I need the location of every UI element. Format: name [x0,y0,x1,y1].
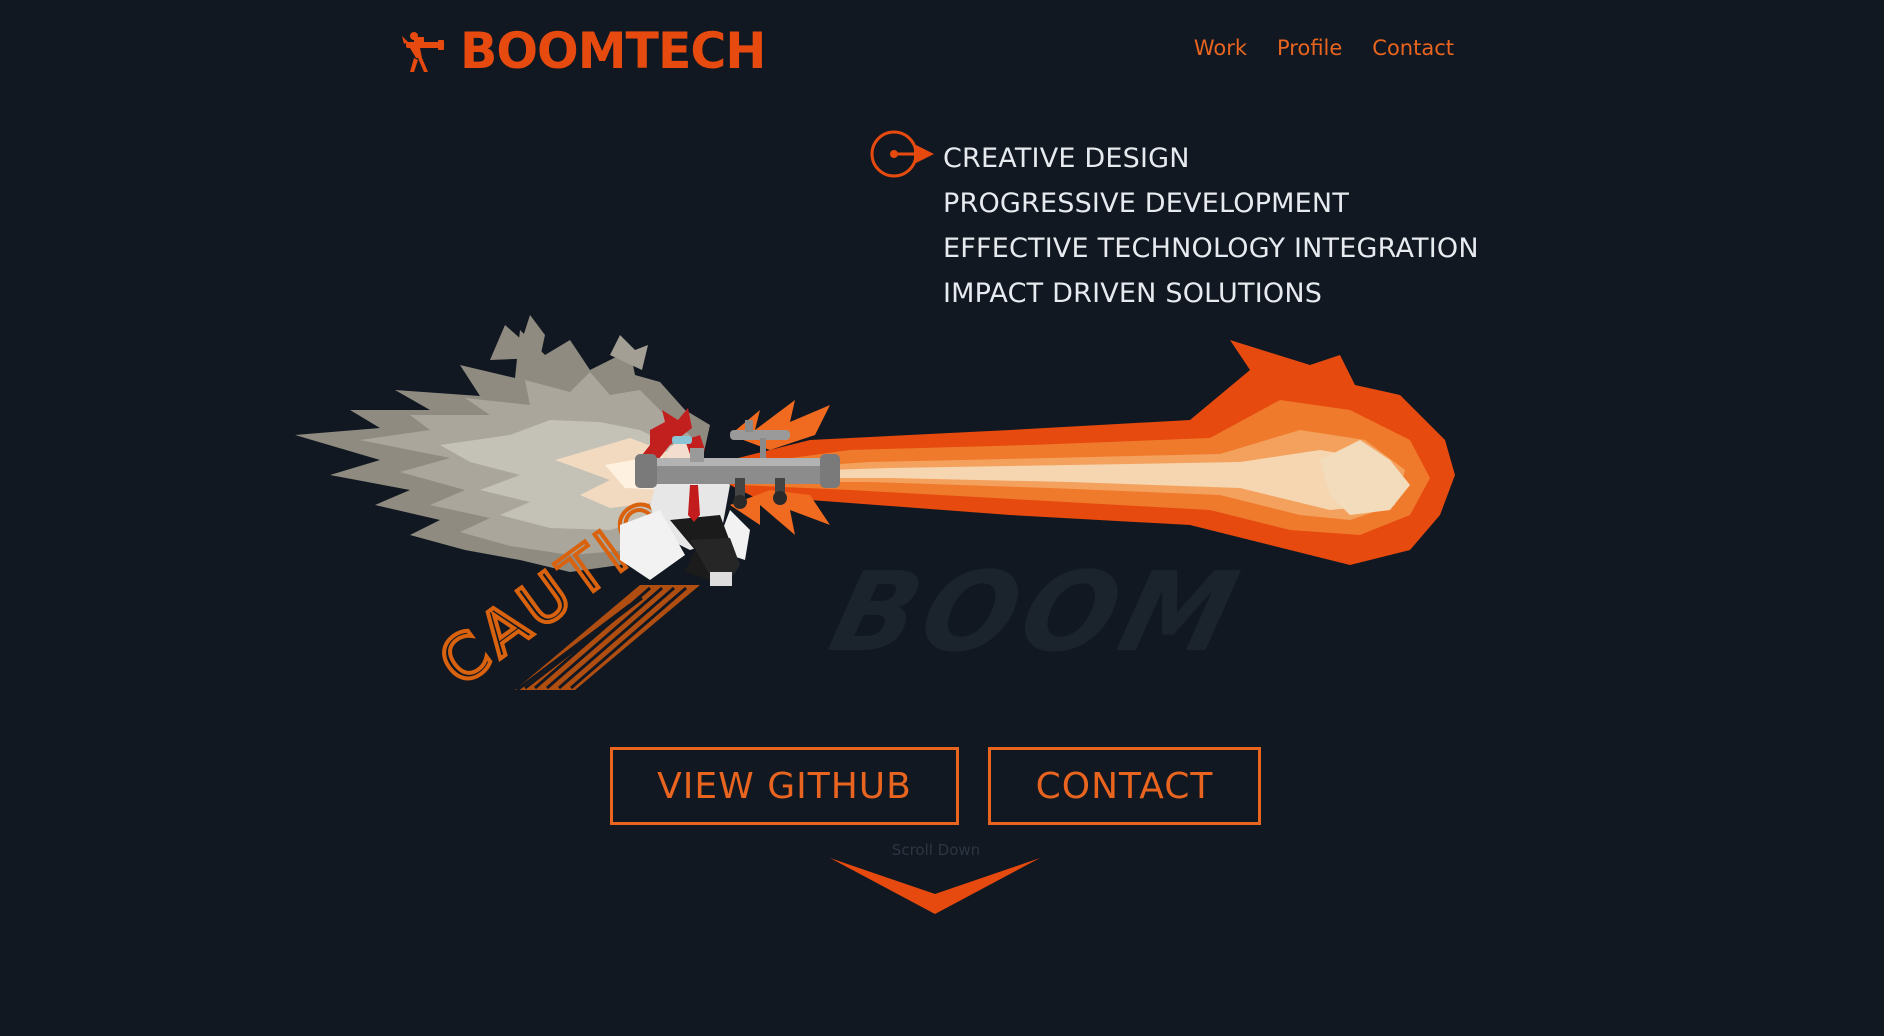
tagline-item: EFFECTIVE TECHNOLOGY INTEGRATION [943,233,1479,264]
logo[interactable]: BOOMTECH [400,26,772,76]
view-github-button[interactable]: VIEW GITHUB [610,747,959,825]
main-nav: Work Profile Contact [1194,36,1454,60]
target-pointer-icon [870,130,934,178]
nav-work[interactable]: Work [1194,36,1247,60]
muzzle-flame [730,340,1455,565]
logo-text: BOOMTECH [460,22,766,80]
boom-watermark: BOOM [819,549,1255,677]
tagline-item: PROGRESSIVE DEVELOPMENT [943,188,1350,219]
contact-button[interactable]: CONTACT [988,747,1261,825]
bazooka-soldier-icon [402,32,444,72]
nav-contact[interactable]: Contact [1372,36,1454,60]
hero-illustration: BOOM CAUTION [295,315,1455,702]
tagline-list: CREATIVE DESIGN PROGRESSIVE DEVELOPMENT … [943,136,1479,316]
nav-profile[interactable]: Profile [1277,36,1342,60]
tagline-item: CREATIVE DESIGN [943,143,1190,174]
chevron-down-icon[interactable] [828,856,1042,916]
